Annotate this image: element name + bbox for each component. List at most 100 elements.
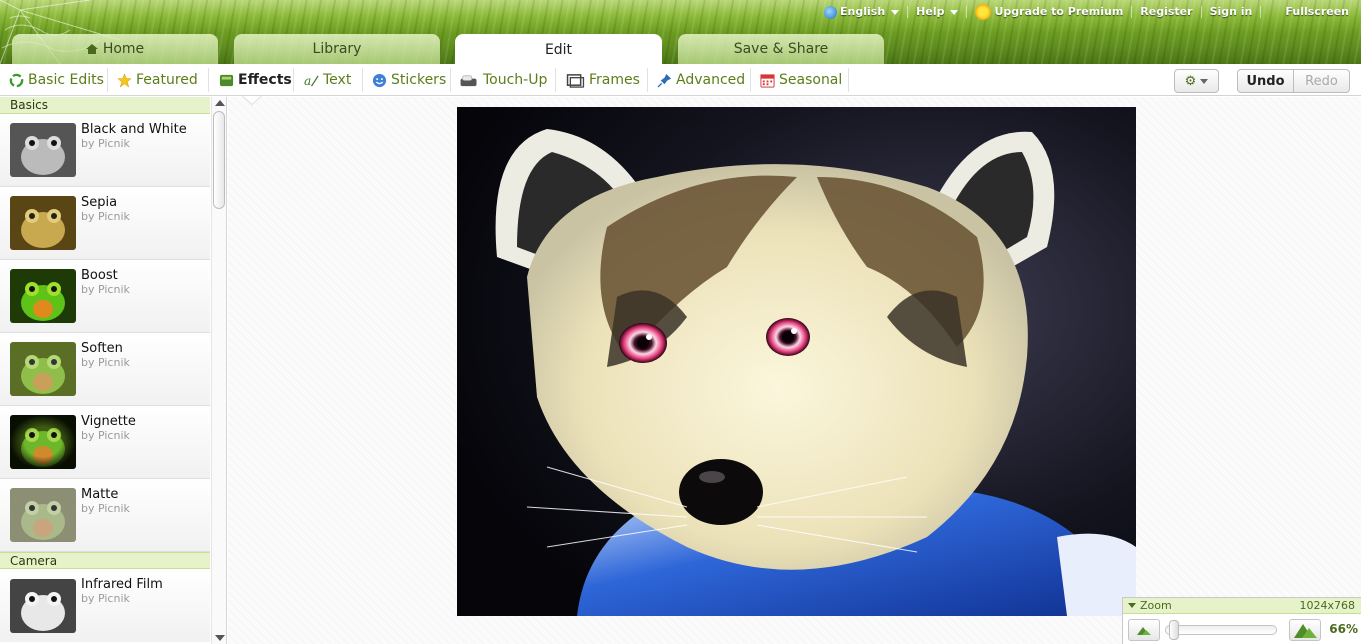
fullscreen-link[interactable]: Fullscreen — [1261, 6, 1361, 18]
effect-thumbnail — [10, 415, 76, 469]
tool-effects[interactable]: Effects — [219, 64, 292, 96]
tool-label: Featured — [136, 72, 198, 88]
effect-thumbnail — [10, 342, 76, 396]
tool-featured[interactable]: Featured — [117, 64, 198, 96]
tool-label: Seasonal — [779, 72, 843, 88]
tool-basic-edits[interactable]: Basic Edits — [9, 64, 104, 96]
sign-in-link[interactable]: Sign in — [1202, 6, 1262, 18]
gear-icon: ⚙ — [1184, 73, 1197, 89]
divider — [450, 68, 451, 92]
undo-label: Undo — [1246, 73, 1285, 89]
effect-infrared-film[interactable]: Infrared Film by Picnik — [0, 569, 210, 642]
section-header-camera: Camera — [0, 552, 210, 569]
husky-puppy-photo — [457, 107, 1136, 616]
chevron-down-icon — [1200, 78, 1209, 84]
effect-sepia[interactable]: Sepia by Picnik — [0, 187, 210, 260]
effect-author: by Picnik — [81, 429, 130, 442]
zoom-panel: Zoom 1024x768 66% — [1122, 597, 1361, 644]
sidebar-scrollbar[interactable] — [211, 97, 226, 644]
register-link[interactable]: Register — [1132, 5, 1202, 18]
tab-save-share[interactable]: Save & Share — [678, 34, 884, 64]
app-header: English Help Upgrade to Premium Register… — [0, 0, 1361, 64]
effect-name: Vignette — [81, 414, 136, 429]
tool-text[interactable]: a Text — [304, 64, 351, 96]
effect-author: by Picnik — [81, 210, 130, 223]
svg-text:a: a — [304, 74, 311, 88]
effect-thumbnail — [10, 579, 76, 633]
divider — [848, 68, 849, 92]
chevron-down-icon — [891, 9, 900, 15]
zoom-toggle[interactable]: Zoom — [1128, 599, 1172, 612]
tool-label: Basic Edits — [28, 72, 104, 88]
help-menu[interactable]: Help — [908, 5, 968, 18]
zoom-slider-handle[interactable] — [1168, 620, 1179, 640]
tab-library-label: Library — [312, 41, 362, 57]
effect-name: Black and White — [81, 122, 187, 137]
upgrade-label: Upgrade to Premium — [994, 5, 1124, 18]
effect-thumbnail — [10, 269, 76, 323]
effect-thumbnail — [10, 488, 76, 542]
effect-author: by Picnik — [81, 356, 130, 369]
home-icon — [85, 44, 98, 54]
triangle-down-icon — [1128, 603, 1136, 608]
effect-thumbnail — [10, 196, 76, 250]
tab-save-share-label: Save & Share — [733, 41, 829, 57]
calendar-icon — [760, 73, 775, 88]
effect-author: by Picnik — [81, 592, 130, 605]
tab-home-label: Home — [102, 41, 145, 57]
pin-icon — [657, 73, 672, 88]
language-label: English — [840, 5, 886, 18]
effect-soften[interactable]: Soften by Picnik — [0, 333, 210, 406]
tab-home[interactable]: Home — [12, 34, 218, 64]
effect-name: Sepia — [81, 195, 118, 210]
effect-thumbnail — [10, 123, 76, 177]
upgrade-link[interactable]: Upgrade to Premium — [967, 4, 1133, 20]
tool-advanced[interactable]: Advanced — [657, 64, 745, 96]
effect-name: Matte — [81, 487, 119, 502]
effect-name: Boost — [81, 268, 118, 283]
tab-edit[interactable]: Edit — [455, 34, 662, 64]
scrollbar-thumb[interactable] — [213, 111, 225, 209]
effect-name: Soften — [81, 341, 123, 356]
frame-icon — [566, 73, 585, 88]
settings-menu-button[interactable]: ⚙ — [1174, 69, 1219, 93]
effect-author: by Picnik — [81, 137, 130, 150]
effect-matte[interactable]: Matte by Picnik — [0, 479, 210, 552]
help-label: Help — [916, 5, 945, 18]
undo-button[interactable]: Undo — [1237, 69, 1294, 93]
text-icon: a — [304, 74, 319, 88]
image-dimensions: 1024x768 — [1299, 599, 1356, 612]
smiley-icon — [372, 73, 387, 87]
effect-author: by Picnik — [81, 283, 130, 296]
effect-vignette[interactable]: Vignette by Picnik — [0, 406, 210, 479]
scroll-down-arrow-icon[interactable] — [215, 635, 225, 641]
divider — [555, 68, 556, 92]
tool-label: Touch-Up — [483, 72, 548, 88]
tool-label: Advanced — [676, 72, 746, 88]
zoom-label: Zoom — [1140, 599, 1172, 612]
tool-touch-up[interactable]: Touch-Up — [459, 64, 547, 96]
tool-label: Text — [323, 72, 352, 88]
effect-name: Infrared Film — [81, 577, 163, 592]
register-label: Register — [1140, 5, 1193, 18]
tool-label: Frames — [589, 72, 640, 88]
zoom-header[interactable]: Zoom 1024x768 — [1123, 598, 1361, 614]
effect-boost[interactable]: Boost by Picnik — [0, 260, 210, 333]
effect-black-and-white[interactable]: Black and White by Picnik — [0, 114, 210, 187]
scroll-up-arrow-icon[interactable] — [215, 100, 225, 106]
divider — [208, 68, 209, 92]
zoom-in-button[interactable] — [1289, 619, 1321, 641]
tool-stickers[interactable]: Stickers — [372, 64, 446, 96]
redo-button[interactable]: Redo — [1293, 69, 1350, 93]
tool-frames[interactable]: Frames — [566, 64, 640, 96]
fullscreen-label: Fullscreen — [1285, 5, 1349, 18]
photo-preview[interactable] — [457, 107, 1136, 616]
zoom-percent: 66% — [1329, 622, 1358, 636]
divider — [293, 68, 294, 92]
tool-seasonal[interactable]: Seasonal — [760, 64, 842, 96]
editor-canvas — [228, 97, 1361, 644]
zoom-slider-track[interactable] — [1165, 625, 1277, 635]
zoom-out-button[interactable] — [1128, 619, 1160, 641]
language-menu[interactable]: English — [816, 5, 909, 19]
tab-library[interactable]: Library — [234, 34, 440, 64]
